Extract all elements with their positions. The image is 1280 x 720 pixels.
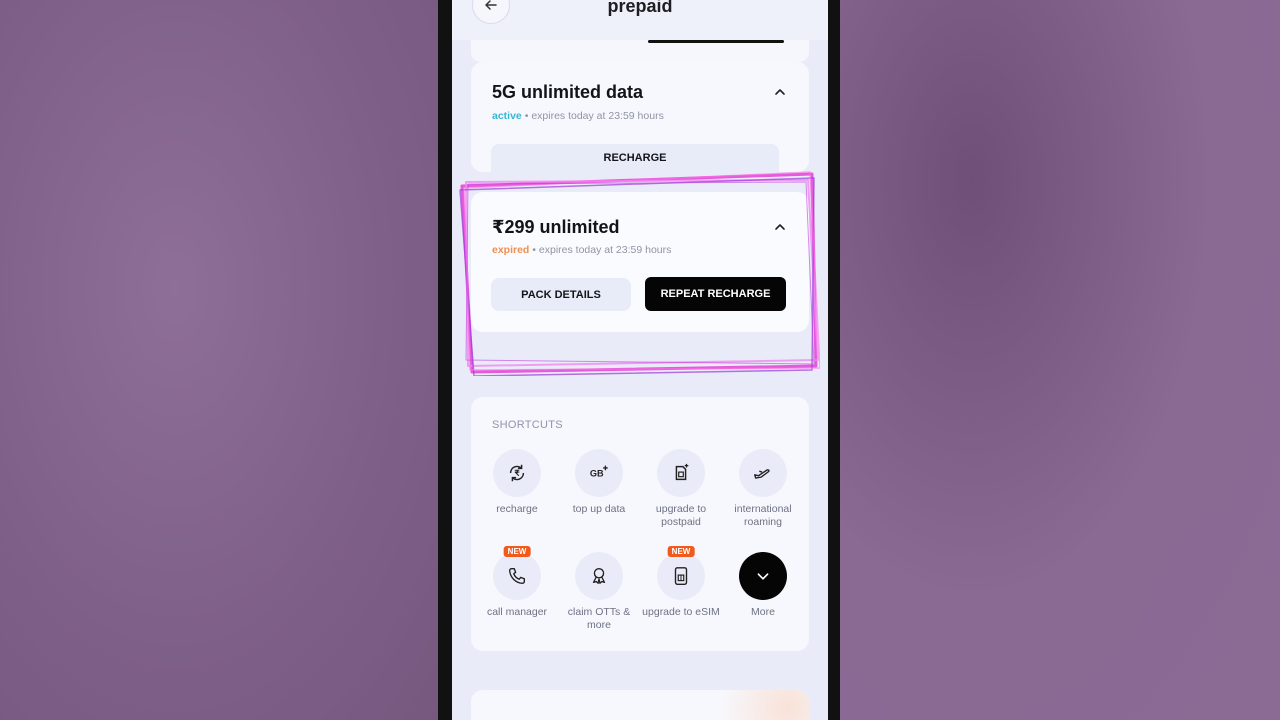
pack-title: 5G unlimited data xyxy=(492,82,644,102)
shortcut-label: upgrade to postpaid xyxy=(655,503,707,528)
shortcut-upgrade-postpaid[interactable]: upgrade to postpaid xyxy=(640,449,722,529)
svg-text:GB: GB xyxy=(590,469,604,479)
previous-card-button-edge xyxy=(648,40,784,43)
new-badge: NEW xyxy=(667,546,695,557)
shortcuts-card: SHORTCUTS recharge GB top up data upgrad… xyxy=(471,397,809,651)
shortcut-label: upgrade to eSIM xyxy=(642,606,720,618)
repeat-recharge-button[interactable]: REPEAT RECHARGE xyxy=(645,277,786,311)
shortcuts-label: SHORTCUTS xyxy=(492,419,563,431)
chevron-up-icon[interactable] xyxy=(773,220,787,234)
top-bar: prepaid xyxy=(452,0,828,40)
shortcut-more[interactable]: More xyxy=(722,552,804,619)
sim-plus-icon xyxy=(675,463,689,481)
award-ribbon-icon xyxy=(592,567,606,584)
airplane-icon xyxy=(754,469,770,479)
shortcut-recharge[interactable]: recharge xyxy=(476,449,558,516)
shortcut-label: top up data xyxy=(572,503,626,515)
shortcut-icon-wrap xyxy=(739,449,787,497)
pack-expiry: expires today at 23:59 hours xyxy=(531,110,664,122)
pack-expiry: expires today at 23:59 hours xyxy=(538,244,672,256)
pack-status-line: expired • expires today at 23:59 hours xyxy=(492,244,671,256)
shortcut-top-up-data[interactable]: GB top up data xyxy=(558,449,640,516)
pack-card-5g: 5G unlimited data active • expires today… xyxy=(471,62,809,172)
chevron-up-icon[interactable] xyxy=(773,85,787,99)
app-screen: prepaid 5G unlimited data active • expir… xyxy=(452,0,828,720)
status-expired: expired xyxy=(492,244,530,256)
pack-title: ₹299 unlimited xyxy=(492,217,620,237)
shortcut-international-roaming[interactable]: international roaming xyxy=(722,449,804,529)
previous-card-edge xyxy=(471,40,809,62)
pack-card-299: ₹299 unlimited expired • expires today a… xyxy=(471,192,809,332)
shortcut-label: More xyxy=(751,606,775,618)
new-badge: NEW xyxy=(503,546,531,557)
background-left xyxy=(0,0,438,720)
shortcut-claim-otts[interactable]: claim OTTs & more xyxy=(558,552,640,632)
shortcut-label: international roaming xyxy=(734,503,792,528)
shortcut-icon-wrap: NEW xyxy=(493,546,541,600)
next-card-edge xyxy=(471,690,809,720)
status-separator: • xyxy=(532,244,536,256)
page-title: prepaid xyxy=(607,0,673,16)
chevron-down-icon xyxy=(757,573,769,580)
recharge-button[interactable]: RECHARGE xyxy=(491,144,779,172)
status-separator: • xyxy=(524,110,529,122)
gb-plus-icon: GB xyxy=(590,465,608,479)
pack-details-button[interactable]: PACK DETAILS xyxy=(491,278,631,311)
decorative-gradient xyxy=(699,690,809,720)
phone-icon xyxy=(508,567,526,585)
shortcut-icon-wrap xyxy=(739,552,787,600)
shortcut-label: claim OTTs & more xyxy=(567,606,631,631)
shortcut-icon-wrap: NEW xyxy=(657,546,705,600)
shortcut-label: recharge xyxy=(496,503,538,515)
status-active: active xyxy=(492,110,522,122)
esim-icon xyxy=(674,567,688,585)
shortcut-call-manager[interactable]: NEW call manager xyxy=(476,546,558,619)
background-right xyxy=(840,0,1280,720)
shortcut-icon-wrap xyxy=(493,449,541,497)
shortcut-label: call manager xyxy=(486,606,548,618)
shortcut-upgrade-esim[interactable]: NEW upgrade to eSIM xyxy=(640,546,722,619)
shortcut-icon-wrap xyxy=(657,449,705,497)
shortcut-icon-wrap xyxy=(575,552,623,600)
shortcut-icon-wrap: GB xyxy=(575,449,623,497)
pack-status-line: active • expires today at 23:59 hours xyxy=(492,110,664,122)
rupee-refresh-icon xyxy=(509,464,525,482)
